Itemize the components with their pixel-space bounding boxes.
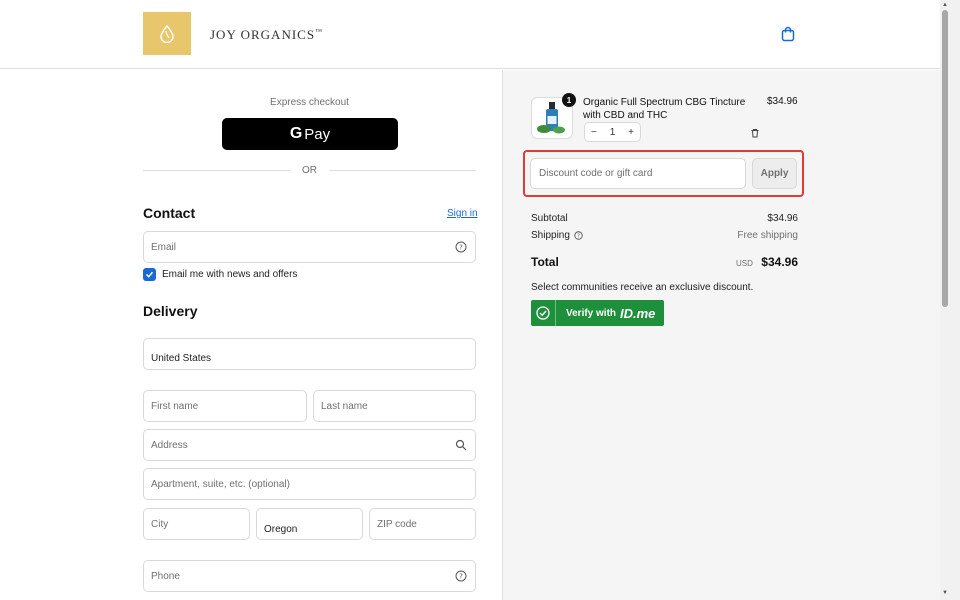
email-placeholder: Email — [151, 241, 177, 253]
or-divider: OR — [143, 163, 476, 177]
total-value: $34.96 — [761, 255, 798, 269]
help-icon[interactable]: ? — [455, 570, 467, 582]
apartment-field[interactable]: Apartment, suite, etc. (optional) — [143, 468, 476, 500]
brand-name[interactable]: JOY ORGANICS™ — [210, 27, 323, 43]
search-icon[interactable] — [455, 439, 467, 451]
svg-text:?: ? — [459, 573, 463, 581]
product-price: $34.96 — [767, 96, 798, 107]
svg-text:?: ? — [577, 233, 580, 239]
total-label: Total — [531, 255, 559, 269]
verified-check-icon — [536, 306, 550, 320]
phone-placeholder: Phone — [151, 570, 180, 582]
newsletter-checkbox[interactable] — [143, 268, 156, 281]
help-icon[interactable]: ? — [574, 231, 583, 240]
shopping-bag-icon[interactable] — [780, 26, 796, 42]
country-select[interactable]: United States — [143, 338, 476, 370]
google-g-icon: G — [289, 125, 303, 142]
quantity-stepper[interactable]: − 1 + — [584, 122, 641, 142]
phone-field[interactable]: Phone ? — [143, 560, 476, 592]
product-name: Organic Full Spectrum CBG Tincture with … — [583, 97, 746, 121]
country-value: United States — [151, 352, 212, 364]
drop-logo-icon — [160, 24, 174, 43]
trash-icon[interactable] — [750, 128, 760, 138]
logo[interactable] — [143, 12, 191, 55]
zip-field[interactable]: ZIP code — [369, 508, 476, 540]
subtotal-label: Subtotal — [531, 213, 568, 224]
last-name-placeholder: Last name — [321, 400, 368, 412]
gpay-label: Pay — [304, 125, 331, 143]
scrollbar-thumb[interactable] — [942, 10, 948, 307]
contact-title: Contact — [143, 205, 196, 221]
state-value: Oregon — [264, 523, 298, 535]
apartment-placeholder: Apartment, suite, etc. (optional) — [151, 478, 290, 490]
state-select[interactable]: Oregon — [256, 508, 363, 540]
communities-text: Select communities receive an exclusive … — [531, 282, 754, 293]
discount-input[interactable]: Discount code or gift card — [530, 158, 746, 189]
sign-in-link[interactable]: Sign in — [447, 208, 478, 219]
total-currency: USD — [735, 259, 753, 268]
last-name-field[interactable]: Last name — [313, 390, 476, 422]
shipping-row: Shipping ? Free shipping — [531, 230, 798, 241]
total-row: Total USD $34.96 — [531, 253, 798, 271]
decrease-button[interactable]: − — [591, 127, 597, 138]
quantity-badge: 1 — [562, 93, 576, 107]
city-placeholder: City — [151, 518, 169, 530]
address-field[interactable]: Address — [143, 429, 476, 461]
check-icon — [145, 271, 154, 278]
address-placeholder: Address — [151, 439, 188, 451]
city-field[interactable]: City — [143, 508, 250, 540]
order-summary: 1 Organic Full Spectrum CBG Tincture wit… — [502, 70, 940, 600]
newsletter-label: Email me with news and offers — [162, 269, 298, 280]
email-field[interactable]: Email ? — [143, 231, 476, 263]
first-name-placeholder: First name — [151, 400, 199, 412]
zip-placeholder: ZIP code — [377, 518, 417, 530]
subtotal-row: Subtotal $34.96 — [531, 213, 798, 224]
first-name-field[interactable]: First name — [143, 390, 307, 422]
discount-placeholder: Discount code or gift card — [539, 168, 653, 179]
quantity-value: 1 — [609, 126, 616, 138]
idme-logo: ID.me — [620, 305, 656, 321]
delivery-title: Delivery — [143, 303, 198, 319]
google-pay-button[interactable]: G Pay — [222, 118, 398, 150]
increase-button[interactable]: + — [628, 127, 634, 138]
scroll-down-icon[interactable]: ▼ — [942, 590, 948, 596]
or-label: OR — [302, 164, 317, 176]
express-checkout-label: Express checkout — [270, 97, 349, 108]
site-header: JOY ORGANICS™ — [0, 0, 940, 69]
svg-text:?: ? — [459, 244, 463, 252]
verify-label: Verify with — [566, 307, 617, 319]
apply-button[interactable]: Apply — [752, 158, 797, 189]
checkout-form: Express checkout G Pay OR Contact Sign i… — [0, 70, 502, 600]
shipping-label: Shipping — [531, 230, 570, 241]
verify-idme-button[interactable]: Verify with ID.me — [531, 300, 664, 326]
help-icon[interactable]: ? — [455, 241, 467, 253]
newsletter-option[interactable]: Email me with news and offers — [143, 268, 297, 281]
shipping-value: Free shipping — [737, 230, 798, 241]
subtotal-value: $34.96 — [767, 213, 798, 224]
scroll-up-icon[interactable]: ▲ — [942, 2, 948, 8]
